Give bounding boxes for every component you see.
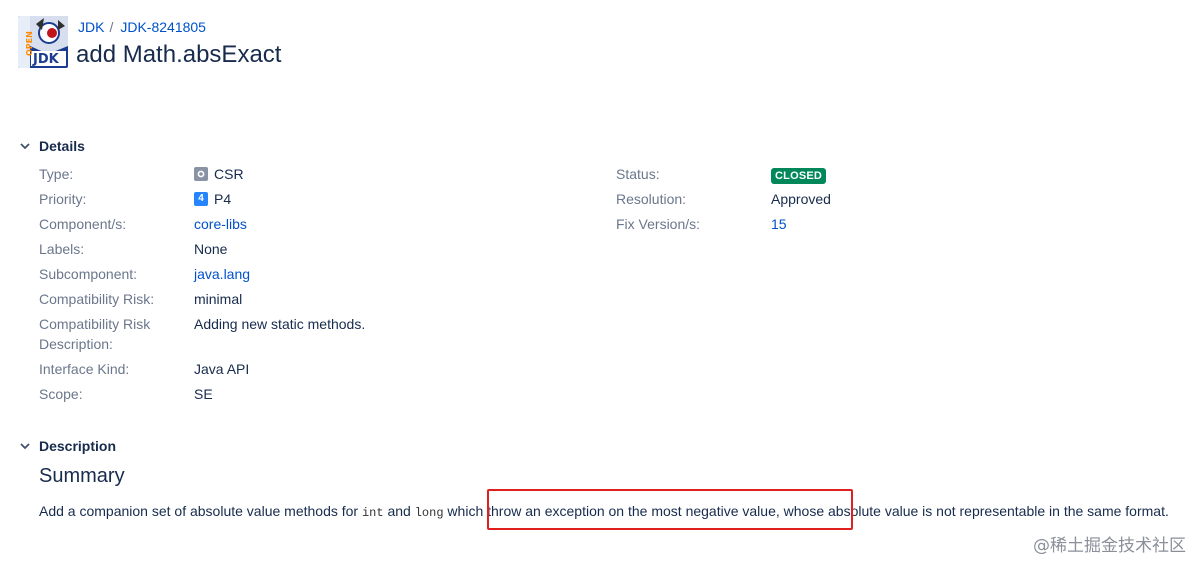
issue-header: OPEN JDK JDK / JDK-8241805 add Math.absExa… (18, 16, 281, 70)
description-heading: Description (39, 438, 117, 454)
status-badge: CLOSED (771, 168, 827, 184)
priority-value: P4 (214, 191, 232, 207)
type-value: CSR (214, 166, 244, 182)
code-long: long (414, 506, 444, 520)
interface-kind-value: Java API (194, 361, 250, 377)
chevron-down-icon (20, 143, 30, 150)
scope-value: SE (194, 386, 213, 402)
component-link[interactable]: core-libs (194, 214, 247, 234)
code-int: int (361, 506, 384, 520)
field-label: Interface Kind: (39, 361, 130, 377)
field-label: Component/s: (39, 216, 127, 232)
field-value: 4 P4 (194, 189, 231, 209)
description-text-part: and (383, 503, 415, 519)
compat-risk-value: minimal (194, 291, 243, 307)
field-label: Resolution: (616, 191, 687, 207)
watermark: @稀土掘金技术社区 (1033, 536, 1186, 556)
field-label: Status: (616, 166, 660, 182)
field-value: CSR (194, 164, 244, 184)
description-text-part: Add a companion set of absolute value me… (39, 503, 362, 519)
title-block: JDK / JDK-8241805 add Math.absExact (76, 18, 281, 70)
subcomponent-link[interactable]: java.lang (194, 264, 250, 284)
breadcrumb-issue-link[interactable]: JDK-8241805 (120, 19, 206, 35)
field-label: Compatibility Risk: (39, 291, 155, 307)
labels-value: None (194, 241, 228, 257)
field-label: Fix Version/s: (616, 216, 701, 232)
field-label: Labels: (39, 241, 85, 257)
page-title: add Math.absExact (76, 41, 282, 68)
openjdk-logo[interactable]: OPEN JDK (18, 16, 68, 68)
breadcrumb: JDK / JDK-8241805 (78, 18, 281, 36)
csr-type-icon (194, 167, 208, 181)
details-heading: Details (39, 138, 85, 154)
description-section-toggle[interactable]: Description (18, 438, 116, 454)
resolution-value: Approved (771, 191, 831, 207)
breadcrumb-separator: / (109, 19, 114, 35)
field-label: Compatibility Risk Description: (39, 316, 151, 352)
breadcrumb-project-link[interactable]: JDK (78, 19, 104, 35)
field-label: Scope: (39, 386, 83, 402)
priority-icon: 4 (194, 192, 208, 206)
highlight-annotation-box (487, 489, 853, 530)
summary-heading: Summary (39, 465, 125, 487)
details-section-toggle[interactable]: Details (18, 138, 85, 154)
field-label: Type: (39, 166, 74, 182)
field-label: Priority: (39, 191, 87, 207)
logo-jdk-text: JDK (32, 52, 60, 67)
chevron-down-icon (20, 443, 30, 450)
field-label: Subcomponent: (39, 266, 138, 282)
compat-risk-desc-value: Adding new static methods. (194, 316, 366, 332)
fix-version-link[interactable]: 15 (771, 214, 787, 234)
field-value: CLOSED (771, 164, 827, 184)
